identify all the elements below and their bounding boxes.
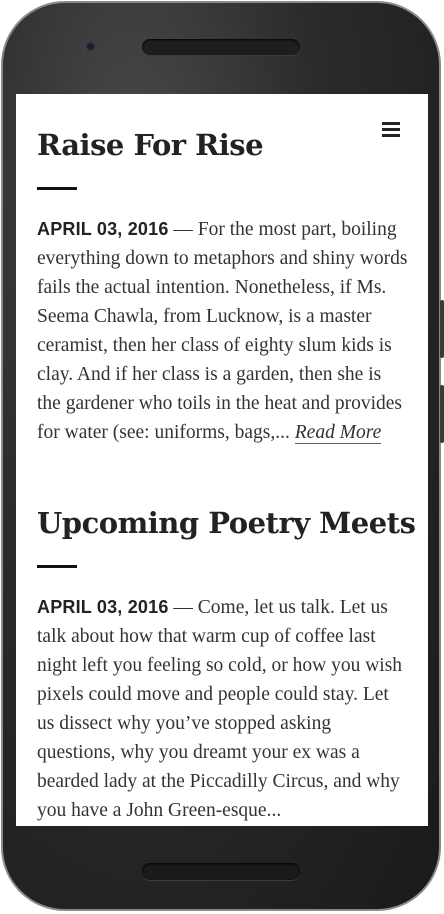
earpiece-speaker <box>142 39 300 55</box>
volume-button <box>440 300 444 358</box>
screen: Raise For Rise APRIL 03, 2016 — For the … <box>16 94 428 826</box>
post-date: APRIL 03, 2016 <box>37 597 169 617</box>
phone-frame: Raise For Rise APRIL 03, 2016 — For the … <box>0 0 444 914</box>
date-separator: — <box>168 597 198 618</box>
date-separator: — <box>168 219 198 240</box>
post-excerpt: APRIL 03, 2016 — Come, let us talk. Let … <box>37 593 409 825</box>
bottom-speaker <box>142 863 300 880</box>
post-title[interactable]: Raise For Rise <box>37 128 264 162</box>
front-camera <box>86 42 95 51</box>
read-more-link[interactable]: Read More <box>294 422 382 444</box>
title-divider <box>37 187 77 190</box>
excerpt-text: For the most part, boiling everything do… <box>37 219 408 443</box>
post-title[interactable]: Upcoming Poetry Meets <box>37 506 416 540</box>
power-button <box>440 385 444 443</box>
post-date: APRIL 03, 2016 <box>37 219 169 239</box>
hamburger-menu-icon[interactable] <box>382 122 400 140</box>
excerpt-text: Come, let us talk. Let us talk about how… <box>37 597 403 821</box>
title-divider <box>37 565 77 568</box>
post-excerpt: APRIL 03, 2016 — For the most part, boil… <box>37 215 409 447</box>
